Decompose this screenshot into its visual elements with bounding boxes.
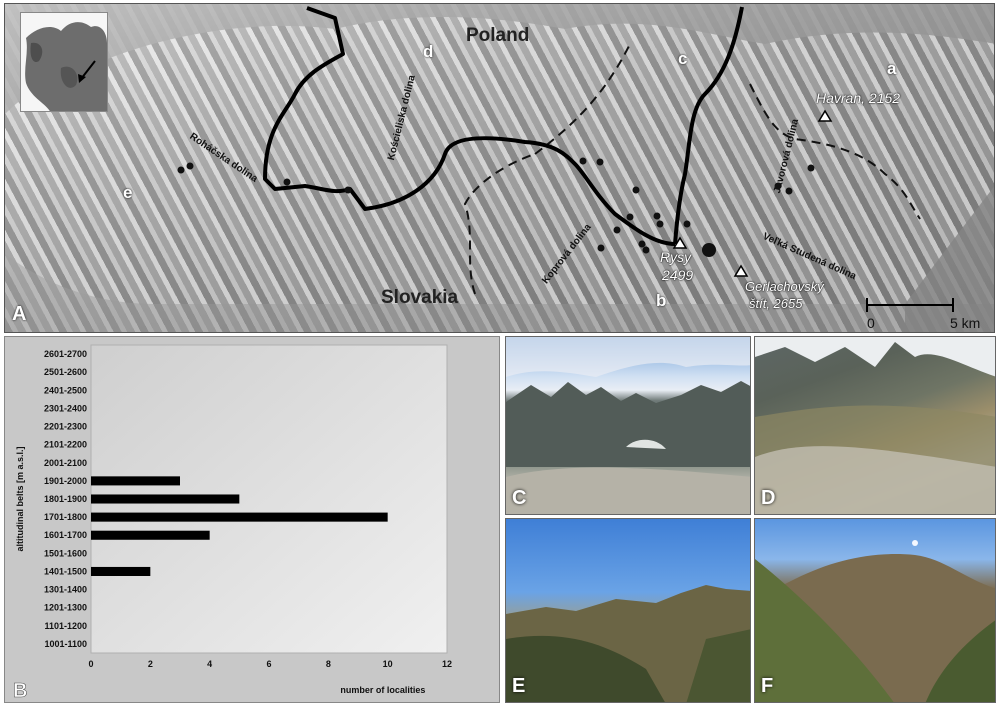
peak-label-rysy-name: Rysy (660, 249, 692, 265)
y-axis-label: altitudinal belts [m a.s.l.] (15, 446, 25, 551)
y-tick-label: 1401-1500 (44, 566, 87, 576)
x-axis-label: number of localities (340, 685, 425, 695)
x-tick-label: 10 (383, 659, 393, 669)
panel-label-a: A (12, 303, 27, 325)
y-tick-label: 1001-1100 (44, 639, 87, 649)
y-tick-label: 2501-2600 (44, 367, 87, 377)
region-letter-d: d (423, 42, 434, 61)
y-tick-label: 2601-2700 (44, 349, 87, 359)
peak-label-gerlachovsky-altitude: štít, 2655 (749, 296, 803, 311)
relief-map (5, 4, 994, 332)
region-letter-b: b (656, 291, 667, 310)
y-tick-label: 1801-1900 (44, 494, 87, 504)
bar-1801-1900 (91, 494, 240, 504)
scale-end-label: 5 km (950, 315, 981, 331)
europe-inset-map (20, 12, 108, 112)
photo-d: D (754, 336, 996, 515)
scale-start-label: 0 (867, 315, 875, 331)
y-tick-label: 1901-2000 (44, 476, 87, 486)
region-letter-c: c (678, 49, 688, 68)
y-tick-label: 1501-1600 (44, 548, 87, 558)
panel-label-b: B (13, 680, 27, 702)
peak-label-havran: Havran, 2152 (816, 90, 901, 106)
bar-1601-1700 (91, 530, 210, 540)
y-tick-label: 2301-2400 (44, 403, 87, 413)
altitude-chart-panel: 1001-1100 1101-1200 1201-1300 1301-1400 1401… (4, 336, 500, 703)
map-panel: Poland Slovakia a b c d e Roháčska dolin… (4, 3, 995, 333)
bar-1401-1500 (91, 566, 151, 576)
y-tick-label: 1601-1700 (44, 530, 87, 540)
photo-label-e: E (512, 675, 526, 697)
region-letter-e: e (123, 183, 133, 202)
photo-label-f: F (761, 675, 774, 697)
altitude-bar-chart: 1001-1100 1101-1200 1201-1300 1301-1400 1401… (13, 344, 452, 702)
x-tick-label: 8 (326, 659, 331, 669)
y-tick-label: 2101-2200 (44, 440, 87, 450)
x-tick-label: 12 (442, 659, 452, 669)
x-tick-label: 2 (148, 659, 153, 669)
x-tick-label: 0 (88, 659, 93, 669)
bar-1701-1800 (91, 512, 388, 522)
x-tick-label: 4 (207, 659, 212, 669)
peak-label-gerlachovsky-name: Gerlachovský (745, 279, 824, 294)
y-tick-label: 2201-2300 (44, 422, 87, 432)
y-tick-label: 2401-2500 (44, 385, 87, 395)
y-tick-label: 1701-1800 (44, 512, 87, 522)
y-tick-label: 2001-2100 (44, 458, 87, 468)
region-letter-a: a (887, 59, 897, 78)
bar-1901-2000 (91, 476, 180, 486)
y-tick-label: 1101-1200 (44, 621, 87, 631)
x-tick-label: 6 (266, 659, 271, 669)
y-tick-label: 1301-1400 (44, 585, 87, 595)
photo-f: F (754, 518, 996, 703)
country-label-slovakia: Slovakia (381, 287, 459, 308)
country-label-poland: Poland (466, 25, 530, 46)
photo-label-c: C (512, 487, 527, 509)
photo-c: C (505, 336, 751, 515)
y-tick-label: 1201-1300 (44, 603, 87, 613)
photo-e: E (505, 518, 751, 703)
photo-label-d: D (761, 487, 776, 509)
peak-label-rysy-altitude: 2499 (662, 267, 694, 283)
